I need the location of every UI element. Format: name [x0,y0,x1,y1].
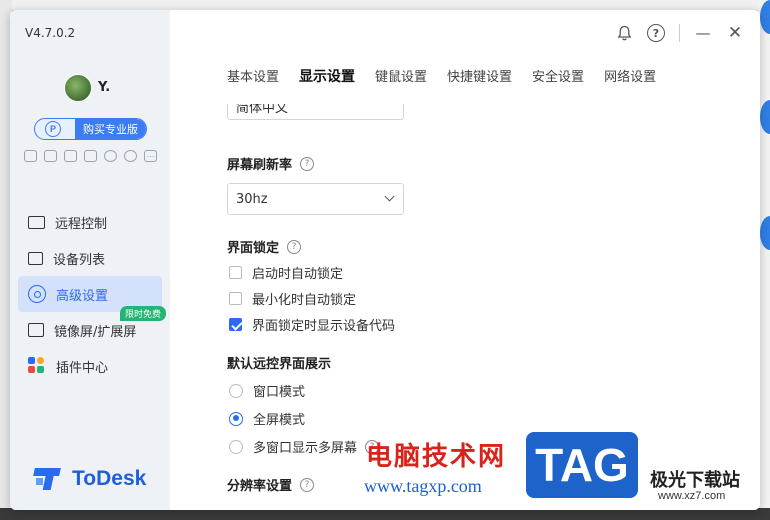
mirror-screen-icon [28,323,44,337]
close-icon[interactable]: ✕ [726,23,744,43]
todesk-logo: ToDesk [33,466,147,492]
sidebar-item-label: 设备列表 [53,252,106,268]
lock-title: 界面锁定 ? [227,237,302,256]
screen-icon[interactable] [44,150,57,162]
default-view-title-text: 默认远控界面展示 [227,357,332,372]
username: Y. [98,80,111,95]
refresh-rate-select[interactable]: 30hz [227,183,404,215]
buy-pro-label: 购买专业版 [75,119,146,139]
option-label: 全屏模式 [253,413,306,428]
gamepad-icon[interactable] [24,150,37,162]
tab-shortcuts[interactable]: 快捷键设置 [447,66,512,86]
bell-icon[interactable] [615,24,633,42]
desktop-background-top [0,0,770,10]
multi-window-option[interactable]: 多窗口显示多屏幕 ? [229,437,380,456]
show-device-code-checkbox[interactable] [229,318,242,331]
sidebar-item-label: 远程控制 [55,216,108,232]
avatar[interactable] [64,74,92,102]
todesk-logo-icon [33,466,66,492]
desktop-app-icon [760,0,770,34]
tab-network[interactable]: 网络设置 [604,66,656,86]
refresh-rate-title: 屏幕刷新率 ? [227,154,315,173]
plugin-icon [28,357,46,375]
language-select[interactable]: 简体中文 [227,104,404,120]
default-view-title: 默认远控界面展示 [227,353,331,372]
lock-on-minimize-checkbox[interactable] [229,292,242,305]
resolution-title: 分辨率设置 ? [227,475,315,494]
settings-tabs: 基本设置 显示设置 键鼠设置 快捷键设置 安全设置 网络设置 [227,66,676,86]
help-icon[interactable]: ? [300,156,315,171]
sidebar-item-label: 高级设置 [56,288,109,304]
chevron-down-icon [384,191,395,202]
help-icon[interactable]: ? [287,239,302,254]
sidebar-item-plugin-center[interactable]: 插件中心 [18,348,162,384]
limited-free-badge: 限时免费 [119,306,166,321]
todesk-logo-text: ToDesk [72,467,147,490]
sidebar-item-mirror-screen[interactable]: 镜像屏/扩展屏 限时免费 [18,306,166,348]
linux-icon[interactable] [104,150,117,162]
multi-window-radio[interactable] [229,439,243,454]
help-icon[interactable]: ? [647,24,665,42]
minimize-icon[interactable]: — [694,24,712,42]
todesk-window: V4.7.0.2 Y. P 购买专业版 … 远程控制 设备列表 高级设置 镜像屏… [10,10,760,510]
language-select-value: 简体中文 [236,104,289,116]
option-label: 启动时自动锁定 [252,267,344,282]
help-icon[interactable]: ? [300,477,315,492]
sidebar-item-label: 插件中心 [56,360,109,376]
sidebar-item-label: 镜像屏/扩展屏 [54,324,137,340]
option-label: 窗口模式 [253,385,306,400]
tab-keyboard-mouse[interactable]: 键鼠设置 [375,66,427,86]
lock-on-start-checkbox[interactable] [229,266,242,279]
quick-icons-row: … [24,150,157,162]
refresh-rate-value: 30hz [236,191,268,207]
tab-basic[interactable]: 基本设置 [227,66,279,86]
window-mode-radio[interactable] [229,383,243,398]
tab-display[interactable]: 显示设置 [299,66,355,86]
folder-icon[interactable] [64,150,77,162]
settings-hex-icon [28,285,46,303]
lock-on-minimize-option[interactable]: 最小化时自动锁定 [229,289,356,308]
devices-icon [28,251,43,265]
chat-icon[interactable] [84,150,97,162]
sidebar-item-device-list[interactable]: 设备列表 [18,240,162,276]
desktop-app-icon [760,100,770,134]
settings-content: 简体中文 屏幕刷新率 ? 30hz 界面锁定 ? 启动时自动锁定 最小化时自动锁… [227,104,727,510]
version-label: V4.7.0.2 [25,26,76,40]
lock-title-text: 界面锁定 [227,241,280,256]
lock-on-start-option[interactable]: 启动时自动锁定 [229,263,343,282]
sidebar-item-remote-control[interactable]: 远程控制 [18,204,162,240]
desktop-app-icon [760,216,770,250]
monitor-icon [28,215,45,229]
sidebar-nav: 远程控制 设备列表 高级设置 镜像屏/扩展屏 限时免费 插件中心 [18,204,166,384]
refresh-rate-title-text: 屏幕刷新率 [227,158,293,173]
tab-security[interactable]: 安全设置 [532,66,584,86]
main-panel: ? — ✕ 基本设置 显示设置 键鼠设置 快捷键设置 安全设置 网络设置 简体中… [170,10,760,510]
option-label: 界面锁定时显示设备代码 [252,319,396,334]
more-icon[interactable]: … [144,150,157,162]
fullscreen-mode-radio[interactable] [229,411,243,426]
resolution-title-text: 分辨率设置 [227,479,293,494]
help-icon[interactable]: ? [365,439,380,454]
show-device-code-option[interactable]: 界面锁定时显示设备代码 [229,315,395,334]
option-label: 多窗口显示多屏幕 [253,441,358,456]
fullscreen-mode-option[interactable]: 全屏模式 [229,409,305,428]
buy-pro-button[interactable]: P 购买专业版 [34,118,147,140]
option-label: 最小化时自动锁定 [252,293,357,308]
sidebar: V4.7.0.2 Y. P 购买专业版 … 远程控制 设备列表 高级设置 镜像屏… [10,10,170,510]
target-icon[interactable] [124,150,137,162]
pro-p-icon: P [45,121,61,137]
titlebar-controls: ? — ✕ [615,23,744,43]
titlebar-divider [679,24,680,42]
window-mode-option[interactable]: 窗口模式 [229,381,305,400]
